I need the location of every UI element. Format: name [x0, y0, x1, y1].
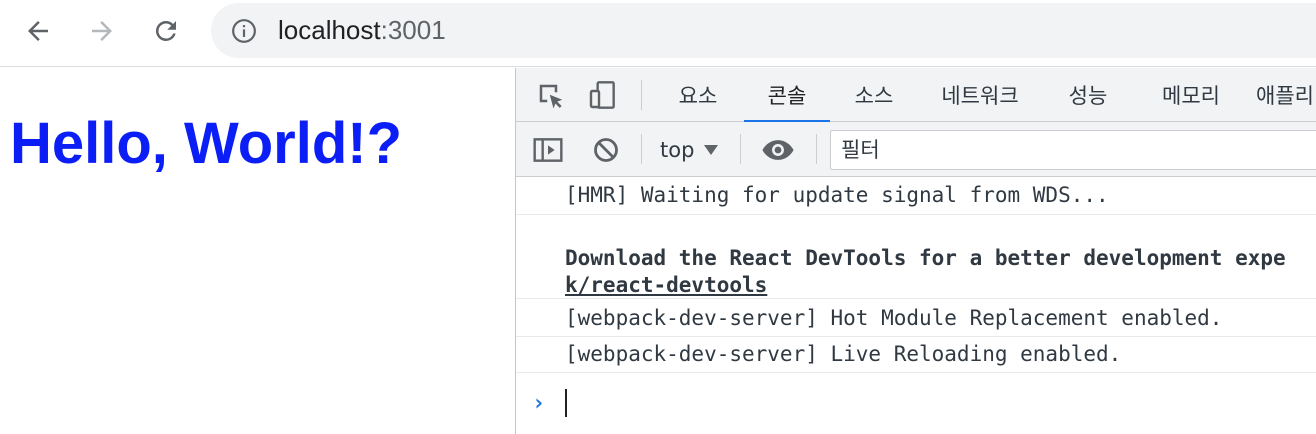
- toolbar-divider: [816, 134, 817, 164]
- info-icon[interactable]: [231, 18, 257, 44]
- prompt-chevron-icon: ›: [532, 391, 546, 416]
- reload-icon: [155, 20, 176, 41]
- dropdown-arrow-icon: [704, 145, 719, 155]
- tab-console[interactable]: 콘솔: [744, 68, 830, 123]
- console-toolbar: top: [516, 122, 1316, 177]
- console-prompt[interactable]: ›: [516, 373, 1316, 434]
- filter-input[interactable]: [841, 131, 1311, 169]
- url-port: :3001: [380, 15, 446, 45]
- console-message: Download the React DevTools for a better…: [516, 241, 1316, 299]
- toolbar-divider: [641, 134, 642, 164]
- console-output: [HMR] Waiting for update signal from WDS…: [516, 177, 1316, 434]
- inspect-element-icon[interactable]: [534, 80, 568, 112]
- context-selector-value: top: [660, 138, 695, 162]
- devtools-tab-bar: 요소 콘솔 소스 네트워크 성능 메모리 애플리: [516, 68, 1316, 123]
- tab-application[interactable]: 애플리: [1256, 68, 1316, 122]
- console-message: [webpack-dev-server] Live Reloading enab…: [516, 337, 1316, 373]
- live-expression-eye-icon[interactable]: [758, 134, 798, 166]
- back-button[interactable]: [18, 11, 58, 51]
- console-message: [HMR] Waiting for update signal from WDS…: [516, 177, 1316, 215]
- tab-performance[interactable]: 성능: [1056, 68, 1120, 122]
- tab-memory[interactable]: 메모리: [1144, 68, 1238, 122]
- forward-button[interactable]: [82, 11, 122, 51]
- clear-console-icon[interactable]: [588, 134, 624, 166]
- tab-network[interactable]: 네트워크: [928, 68, 1032, 122]
- page-viewport: Hello, World!?: [0, 68, 515, 434]
- browser-toolbar: localhost:3001: [0, 0, 1316, 67]
- reload-button[interactable]: [146, 11, 186, 51]
- toolbar-divider: [740, 134, 741, 164]
- filter-box: [830, 130, 1316, 170]
- url-text[interactable]: localhost:3001: [278, 14, 446, 46]
- tab-elements[interactable]: 요소: [666, 68, 730, 122]
- url-host: localhost: [278, 15, 381, 45]
- context-selector[interactable]: top: [660, 134, 719, 166]
- sidebar-toggle-icon[interactable]: [530, 134, 566, 166]
- toolbar-divider: [641, 80, 642, 110]
- tab-sources[interactable]: 소스: [842, 68, 906, 122]
- react-devtools-link[interactable]: k/react-devtools: [565, 272, 1316, 298]
- arrow-left-icon: [28, 21, 48, 41]
- console-message-text: Download the React DevTools for a better…: [565, 246, 1286, 270]
- device-toolbar-icon[interactable]: [586, 78, 620, 112]
- arrow-right-icon: [92, 21, 112, 41]
- console-message: [webpack-dev-server] Hot Module Replacem…: [516, 299, 1316, 337]
- text-caret: [565, 389, 567, 417]
- devtools-panel: 요소 콘솔 소스 네트워크 성능 메모리 애플리 top [HMR] Waiti…: [515, 68, 1316, 434]
- page-heading: Hello, World!?: [10, 111, 403, 176]
